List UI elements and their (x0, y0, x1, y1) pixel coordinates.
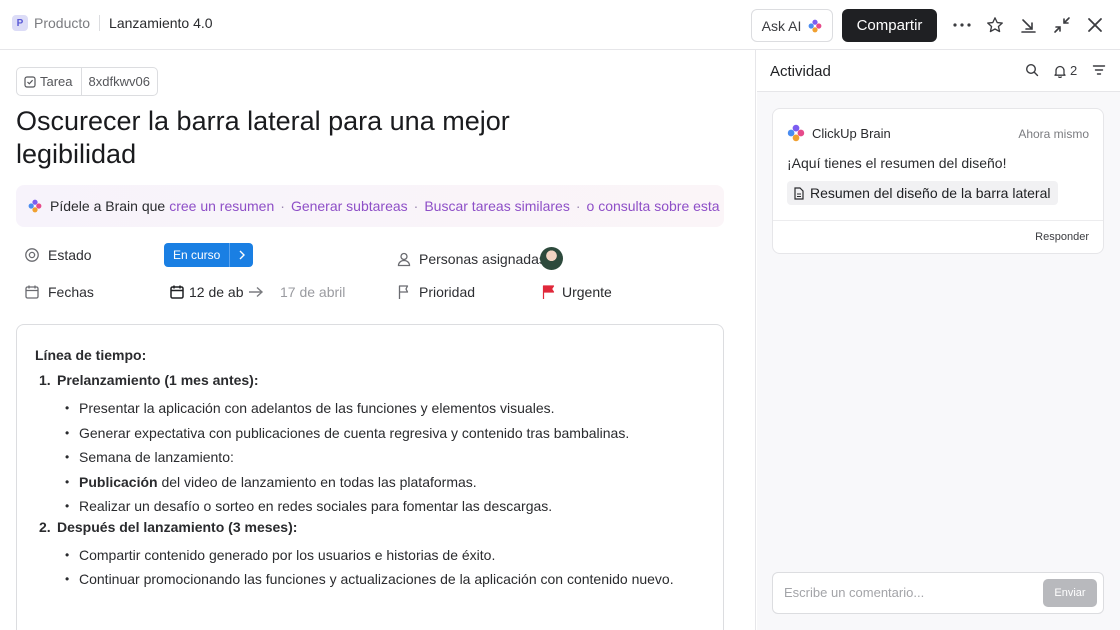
list-item: 1. Prelanzamiento (1 mes antes): Present… (39, 372, 699, 519)
list-item: Semana de lanzamiento: (65, 445, 699, 470)
brain-suggestion-similar[interactable]: Buscar tareas similares (424, 198, 570, 214)
collapse-icon[interactable] (1050, 13, 1074, 37)
task-description[interactable]: Línea de tiempo: 1. Prelanzamiento (1 me… (16, 324, 724, 630)
bullet-list: Compartir contenido generado por los usu… (65, 543, 699, 592)
comment-composer: Enviar (772, 572, 1104, 614)
attachment-chip[interactable]: Resumen del diseño de la barra lateral (787, 181, 1059, 205)
breadcrumb: P Producto Lanzamiento 4.0 (12, 15, 213, 31)
list-item: Compartir contenido generado por los usu… (65, 543, 699, 568)
start-date[interactable]: 12 de ab (170, 284, 269, 300)
ask-ai-button[interactable]: Ask AI (751, 9, 833, 42)
send-button[interactable]: Enviar (1043, 579, 1097, 607)
brain-suggestion-ask[interactable]: o consulta sobre esta (587, 198, 720, 214)
list-item: Publicación del video de lanzamiento en … (65, 470, 699, 495)
doc-heading: Línea de tiempo: (35, 347, 147, 363)
separator: · (575, 198, 581, 214)
activity-header: Actividad 2 (757, 50, 1120, 92)
ask-ai-label: Ask AI (761, 17, 802, 34)
brain-suggestions-bar: Pídele a Brain que cree un resumen · Gen… (16, 185, 724, 227)
bullet-list: Presentar la aplicación con adelantos de… (65, 396, 699, 519)
status-icon (25, 248, 39, 262)
brain-logo-icon (808, 19, 822, 32)
bell-icon (1054, 65, 1066, 78)
share-button[interactable]: Compartir (842, 9, 937, 42)
arrow-right-icon (248, 286, 263, 298)
task-type-selector[interactable]: Tarea (17, 68, 82, 95)
task-type-label: Tarea (40, 74, 73, 89)
end-date[interactable]: 17 de abril (280, 284, 345, 300)
list-item: Continuar promocionando las funciones y … (65, 567, 699, 592)
separator: · (280, 198, 285, 214)
document-icon (794, 186, 804, 200)
brain-suggestion-subtasks[interactable]: Generar subtareas (291, 198, 408, 214)
start-date-value: 12 de ab (189, 284, 244, 300)
activity-title: Actividad (770, 63, 831, 80)
dates-label: Fechas (48, 284, 94, 300)
space-badge[interactable]: P (12, 15, 28, 31)
person-icon (397, 252, 411, 267)
flag-outline-icon (398, 285, 409, 299)
star-icon[interactable] (983, 13, 1007, 37)
top-header: P Producto Lanzamiento 4.0 Ask AI Compar… (0, 0, 1120, 50)
divider (773, 220, 1103, 221)
bold-text: Publicación (79, 473, 158, 490)
task-meta: Tarea 8xdfkwv06 (16, 67, 158, 96)
reply-button[interactable]: Responder (1035, 231, 1089, 243)
activity-card: ClickUp Brain Ahora mismo ¡Aquí tienes e… (772, 108, 1104, 254)
brain-logo-icon (787, 124, 805, 142)
section-number: 2. (39, 518, 51, 535)
flag-icon (542, 285, 555, 299)
comment-input[interactable] (784, 585, 1034, 600)
comment-author: ClickUp Brain (812, 126, 891, 141)
close-icon[interactable] (1083, 13, 1107, 37)
brain-prompt-lead: Pídele a Brain que (50, 198, 166, 214)
brain-logo-icon (28, 199, 42, 213)
minimize-icon[interactable] (1016, 13, 1040, 37)
more-icon[interactable] (950, 13, 974, 37)
section-title-text: Después del lanzamiento (3 meses): (57, 518, 298, 535)
status-selector[interactable]: En curso (164, 243, 254, 267)
list-item: Generar expectativa con publicaciones de… (65, 421, 699, 446)
priority-label: Prioridad (419, 284, 476, 300)
attachment-title: Resumen del diseño de la barra lateral (810, 185, 1051, 201)
priority-value: Urgente (562, 284, 612, 300)
status-value: En curso (164, 243, 230, 267)
section-title: 1. Prelanzamiento (1 mes antes): (39, 372, 699, 396)
status-next-button[interactable] (229, 243, 254, 267)
avatar[interactable] (540, 247, 563, 270)
breadcrumb-page[interactable]: Lanzamiento 4.0 (109, 15, 213, 31)
comment-timestamp: Ahora mismo (1018, 127, 1089, 141)
task-id[interactable]: 8xdfkwv06 (82, 74, 157, 89)
timeline-list: 1. Prelanzamiento (1 mes antes): Present… (39, 372, 699, 592)
chevron-right-icon (239, 250, 245, 260)
search-icon[interactable] (1025, 63, 1039, 77)
separator: · (413, 198, 419, 214)
checkbox-icon (24, 75, 36, 88)
priority-selector[interactable]: Urgente (542, 284, 612, 300)
list-item: 2. Después del lanzamiento (3 meses): Co… (39, 519, 699, 592)
assignees-label: Personas asignadas (419, 251, 546, 267)
calendar-icon (25, 285, 39, 299)
notifications-button[interactable]: 2 (1053, 63, 1077, 78)
activity-panel: Actividad 2 ClickUp Brain Ahora mismo ¡A… (757, 50, 1120, 630)
list-item-text: del video de lanzamiento en todas las pl… (157, 473, 477, 490)
section-title: 2. Después del lanzamiento (3 meses): (39, 519, 699, 543)
breadcrumb-space[interactable]: Producto (34, 15, 90, 31)
section-number: 1. (39, 372, 51, 388)
list-item: Presentar la aplicación con adelantos de… (65, 396, 699, 421)
task-title[interactable]: Oscurecer la barra lateral para una mejo… (16, 105, 536, 171)
brain-suggestion-summary[interactable]: cree un resumen (169, 198, 274, 214)
task-main: Tarea 8xdfkwv06 Oscurecer la barra later… (0, 50, 756, 630)
status-label: Estado (48, 247, 92, 263)
breadcrumb-divider (99, 15, 101, 31)
calendar-filled-icon (170, 285, 184, 299)
list-item: Realizar un desafío o sorteo en redes so… (65, 494, 699, 519)
filter-icon[interactable] (1092, 63, 1106, 77)
section-title-text: Prelanzamiento (1 mes antes): (57, 372, 259, 388)
notification-count: 2 (1070, 63, 1078, 78)
comment-message: ¡Aquí tienes el resumen del diseño! (787, 155, 1007, 171)
